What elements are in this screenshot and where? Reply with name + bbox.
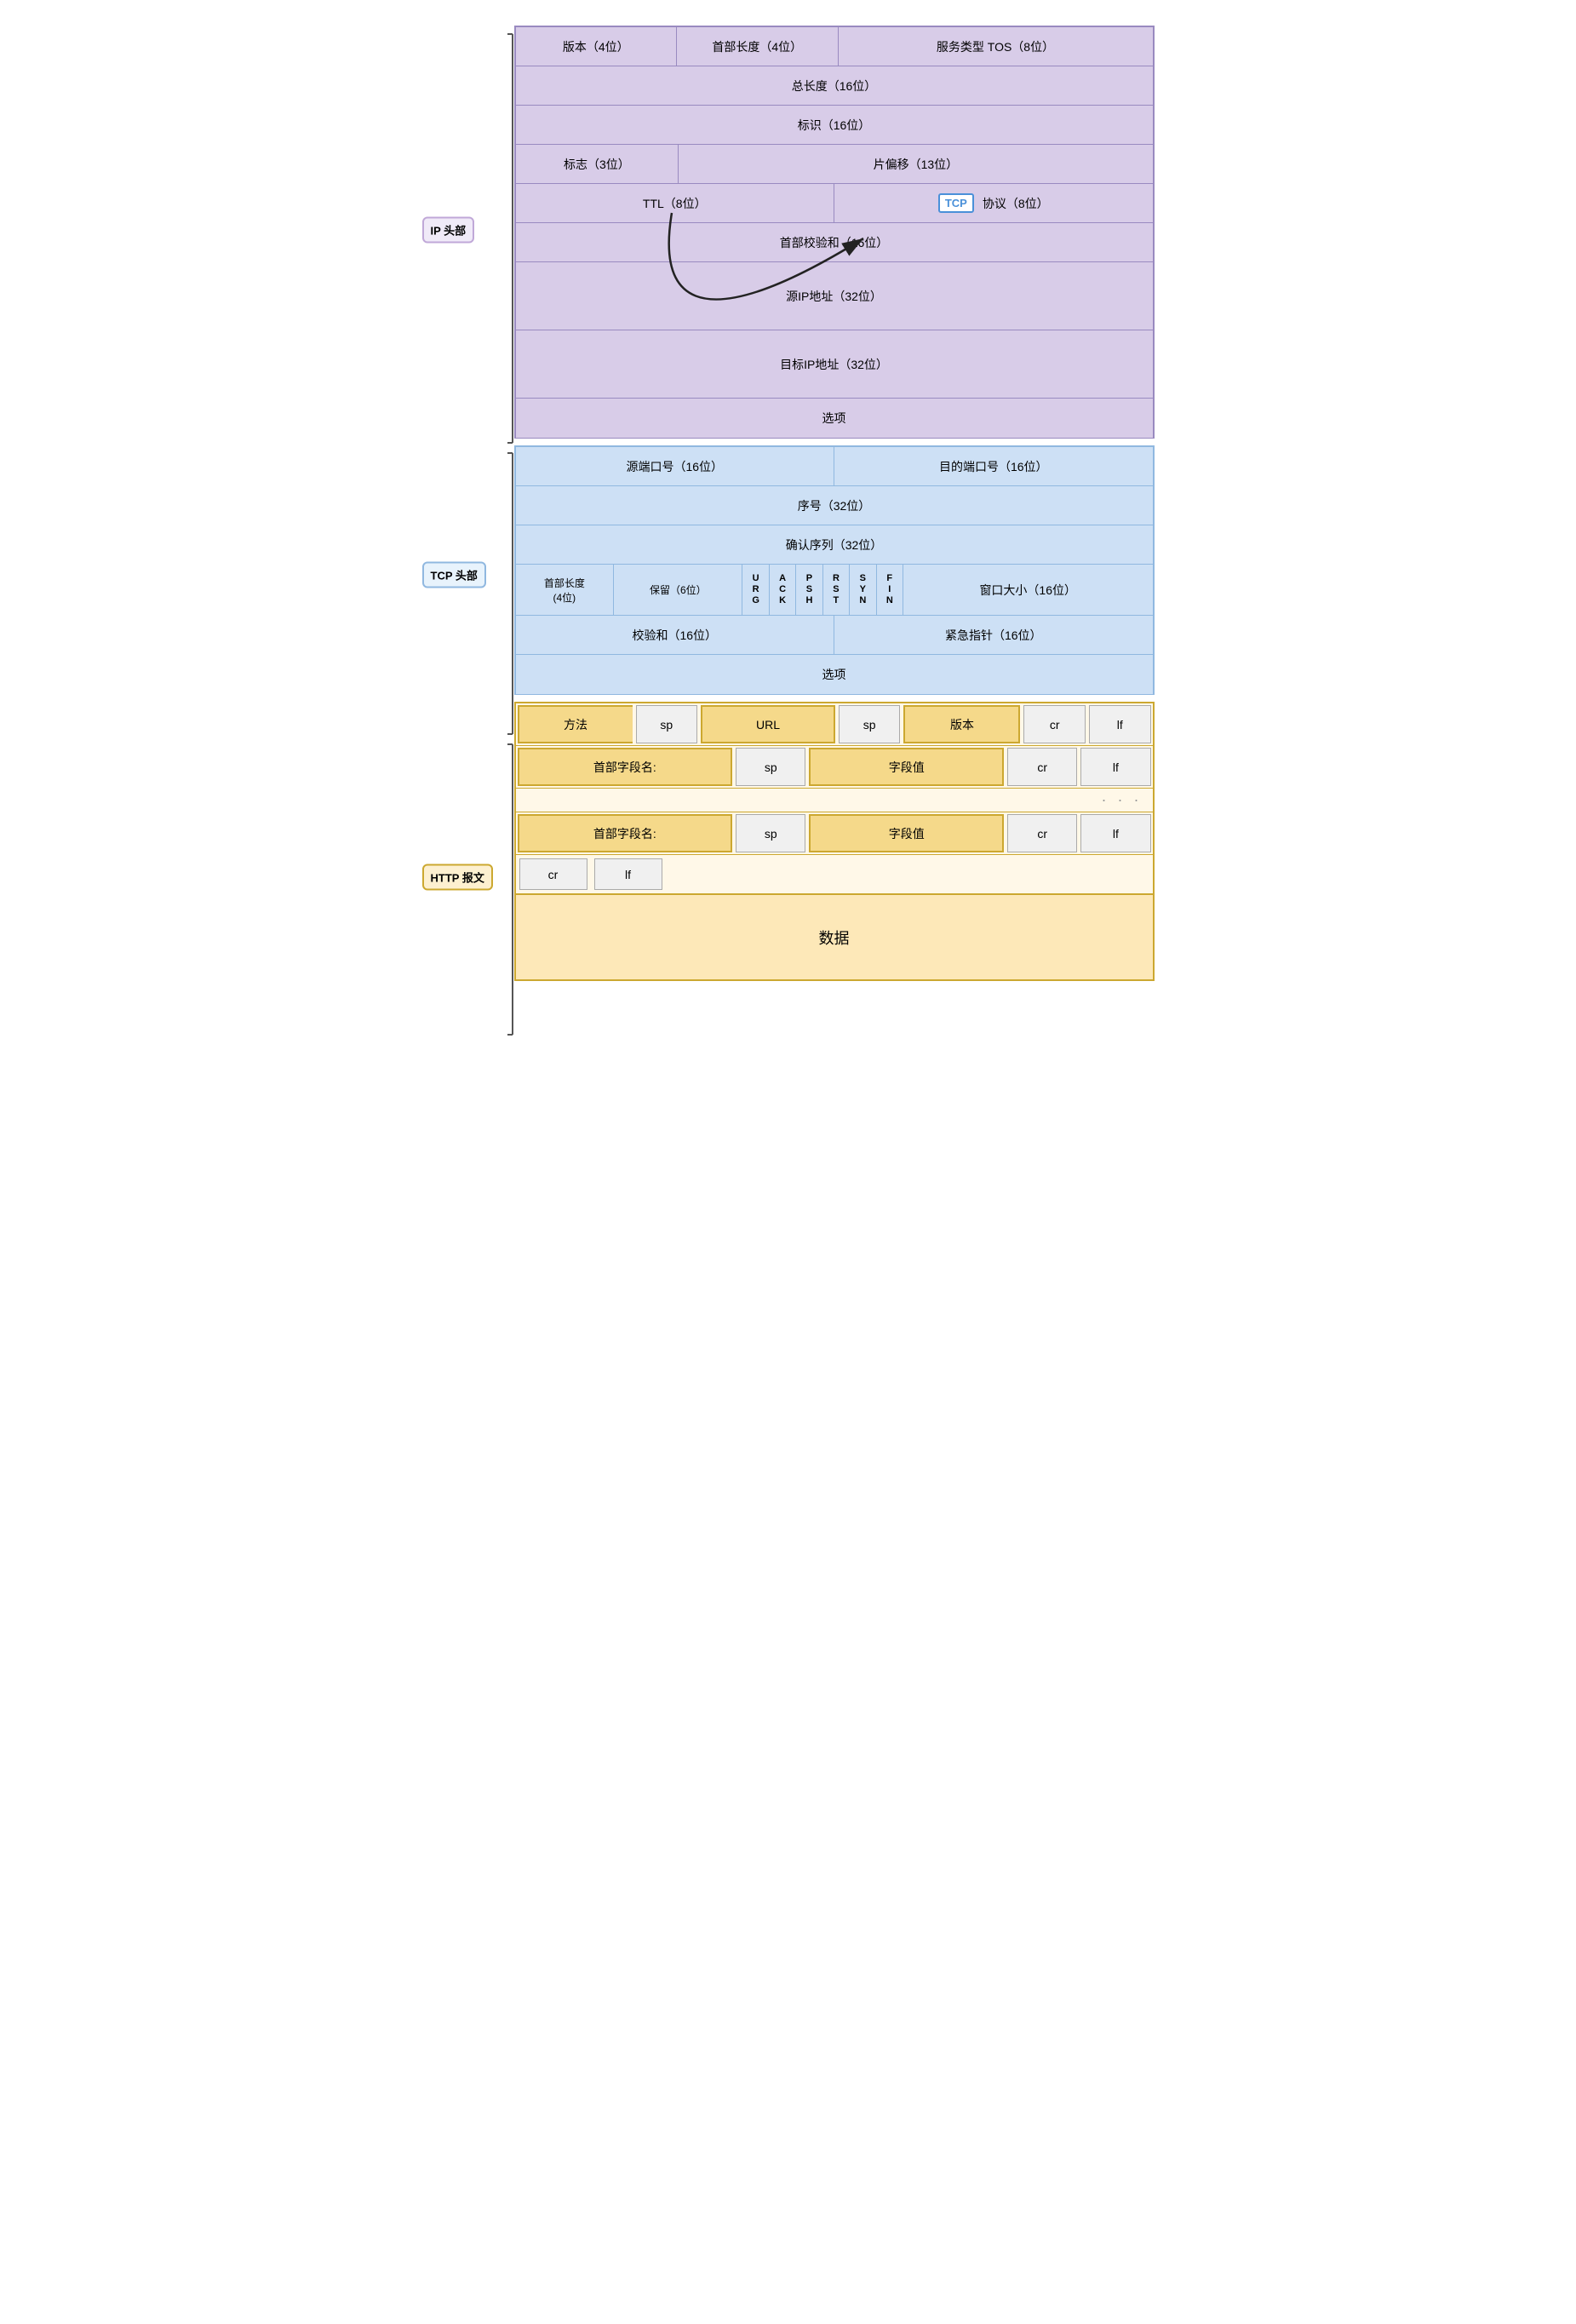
ip-row-version: 版本（4位） 首部长度（4位） 服务类型 TOS（8位）: [516, 27, 1153, 66]
http-dotted-gap: · · ·: [516, 789, 1153, 812]
http-row-crlf: cr lf: [516, 855, 1153, 894]
tcp-row-ack: 确认序列（32位）: [516, 525, 1153, 565]
http-lf2-cell: lf: [1080, 748, 1150, 786]
tcp-flag-fin: F I N: [877, 565, 903, 615]
ip-checksum-cell: 首部校验和（16位）: [516, 223, 1153, 261]
ip-row-identification: 标识（16位）: [516, 106, 1153, 145]
tcp-window-size-cell: 窗口大小（16位）: [903, 565, 1152, 615]
ip-row-flags: 标志（3位） 片偏移（13位）: [516, 145, 1153, 184]
http-lf4-cell: lf: [594, 858, 662, 890]
http-method-cell: 方法: [518, 705, 633, 743]
tcp-flag-rst: R S T: [823, 565, 850, 615]
tcp-seq-cell: 序号（32位）: [516, 486, 1153, 525]
tcp-flag-syn: S Y N: [850, 565, 876, 615]
http-field-name2-cell: 首部字段名:: [518, 814, 733, 852]
ip-source-ip-cell: 源IP地址（32位）: [516, 262, 1153, 330]
ip-row-options: 选项: [516, 399, 1153, 438]
ip-row-dest-ip: 目标IP地址（32位）: [516, 330, 1153, 399]
ip-row-checksum: 首部校验和（16位）: [516, 223, 1153, 262]
tcp-urgent-cell: 紧急指针（16位）: [834, 616, 1153, 654]
tcp-row-checksum-urgent: 校验和（16位） 紧急指针（16位）: [516, 616, 1153, 655]
http-sp1-cell: sp: [636, 705, 698, 743]
tcp-row-ports: 源端口号（16位） 目的端口号（16位）: [516, 447, 1153, 486]
tcp-ack-cell: 确认序列（32位）: [516, 525, 1153, 564]
http-cr2-cell: cr: [1007, 748, 1077, 786]
ip-row-ttl-protocol: TTL（8位） TCP 协议（8位）: [516, 184, 1153, 223]
ip-header-length-cell: 首部长度（4位）: [677, 27, 839, 66]
ip-header-section: 版本（4位） 首部长度（4位） 服务类型 TOS（8位） 总长度（16位）: [514, 26, 1155, 439]
tcp-row-seq: 序号（32位）: [516, 486, 1153, 525]
http-row-request-line: 方法 sp URL sp 版本 cr: [516, 703, 1153, 746]
http-message-section: 方法 sp URL sp 版本 cr: [514, 702, 1155, 981]
http-version-cell: 版本: [903, 705, 1020, 743]
tcp-box: TCP: [938, 193, 974, 213]
http-lf3-cell: lf: [1080, 814, 1150, 852]
http-field-value1-cell: 字段值: [809, 748, 1004, 786]
ip-identification-cell: 标识（16位）: [516, 106, 1153, 144]
http-row-header2: 首部字段名: sp 字段值 cr lf: [516, 812, 1153, 855]
tcp-header-length-cell: 首部长度 (4位): [516, 565, 615, 615]
http-message-label: HTTP 报文: [422, 864, 493, 891]
tcp-reserved-cell: 保留（6位）: [614, 565, 742, 615]
ip-header-label: IP 头部: [422, 217, 475, 244]
ip-row-source-ip: 源IP地址（32位）: [516, 262, 1153, 330]
http-lf1-cell: lf: [1089, 705, 1151, 743]
ip-total-length-cell: 总长度（16位）: [516, 66, 1153, 105]
http-sp3-cell: sp: [736, 748, 805, 786]
tcp-row-options: 选项: [516, 655, 1153, 694]
tcp-header-label: TCP 头部: [422, 562, 486, 588]
tcp-checksum-cell: 校验和（16位）: [516, 616, 835, 654]
tcp-row-flags-window: 首部长度 (4位) 保留（6位） U R G A C K P S H: [516, 565, 1153, 616]
ip-ttl-cell: TTL（8位）: [516, 184, 835, 222]
http-data-row: 数据: [516, 894, 1153, 979]
http-cr3-cell: cr: [1007, 814, 1077, 852]
http-sp4-cell: sp: [736, 814, 805, 852]
http-row-header1: 首部字段名: sp 字段值 cr lf: [516, 746, 1153, 789]
http-field-value2-cell: 字段值: [809, 814, 1004, 852]
http-field-name1-cell: 首部字段名:: [518, 748, 733, 786]
tcp-dest-port-cell: 目的端口号（16位）: [834, 447, 1153, 485]
ip-options-cell: 选项: [516, 399, 1153, 438]
http-sp2-cell: sp: [839, 705, 901, 743]
http-cr4-cell: cr: [519, 858, 587, 890]
http-cr1-cell: cr: [1023, 705, 1086, 743]
ip-dest-ip-cell: 目标IP地址（32位）: [516, 330, 1153, 398]
ip-row-total-length: 总长度（16位）: [516, 66, 1153, 106]
ip-fragment-offset-cell: 片偏移（13位）: [679, 145, 1152, 183]
tcp-flag-urg: U R G: [742, 565, 769, 615]
main-diagram: 版本（4位） 首部长度（4位） 服务类型 TOS（8位） 总长度（16位）: [514, 26, 1155, 981]
tcp-flag-psh: P S H: [796, 565, 822, 615]
ip-flags-cell: 标志（3位）: [516, 145, 679, 183]
ip-tos-cell: 服务类型 TOS（8位）: [839, 27, 1153, 66]
tcp-flag-ack: A C K: [770, 565, 796, 615]
tcp-header-section: 源端口号（16位） 目的端口号（16位） 序号（32位） 确认序列（32位）: [514, 445, 1155, 695]
http-url-cell: URL: [701, 705, 835, 743]
ip-version-cell: 版本（4位）: [516, 27, 678, 66]
tcp-source-port-cell: 源端口号（16位）: [516, 447, 835, 485]
tcp-options-cell: 选项: [516, 655, 1153, 694]
ip-protocol-cell: TCP 协议（8位）: [834, 184, 1153, 222]
